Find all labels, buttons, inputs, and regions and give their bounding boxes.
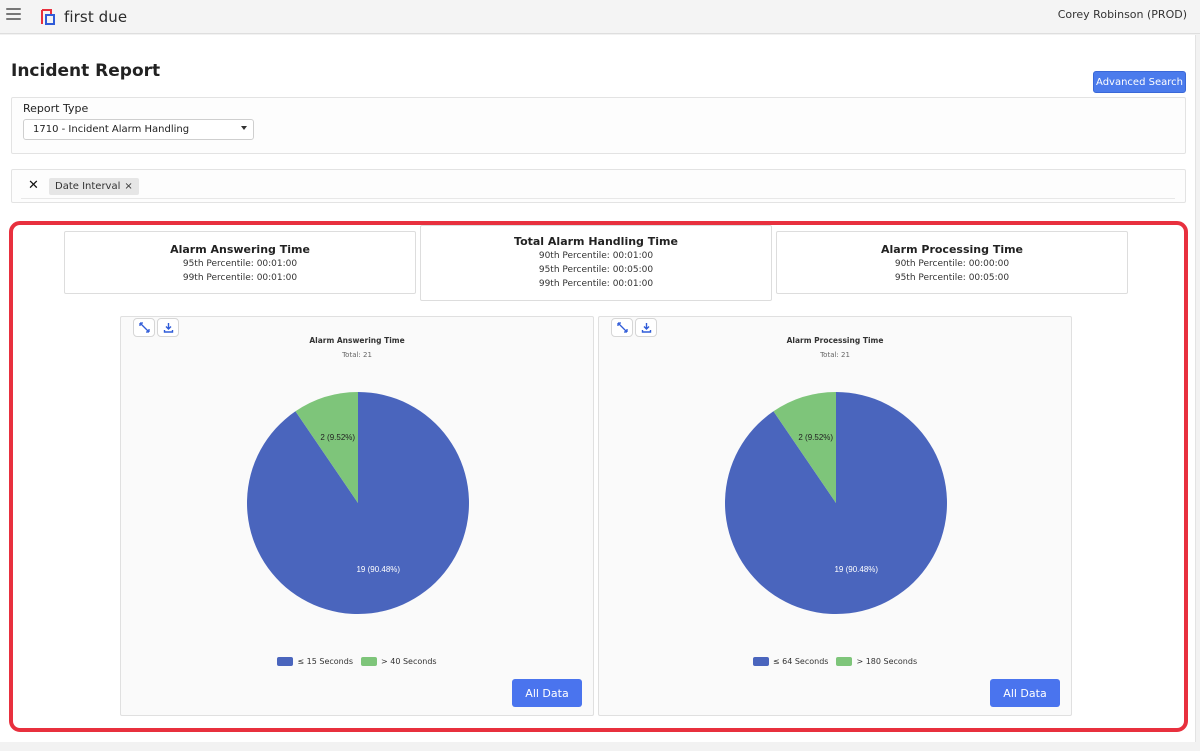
top-bar: first due Corey Robinson (PROD) (0, 0, 1200, 34)
all-data-button[interactable]: All Data (990, 679, 1060, 707)
stat-card-total-alarm-handling: Total Alarm Handling Time 90th Percentil… (420, 225, 772, 301)
slice-label: 19 (90.48%) (356, 565, 400, 574)
all-data-button[interactable]: All Data (512, 679, 582, 707)
slice-label: 2 (9.52%) (320, 433, 355, 442)
legend-label: > 180 Seconds (856, 657, 918, 666)
logo[interactable]: first due (40, 7, 127, 27)
logo-text: first due (64, 8, 128, 26)
stat-line: 90th Percentile: 00:00:00 (894, 259, 1010, 269)
legend-item[interactable]: > 40 Seconds (361, 657, 437, 666)
clear-filters-icon[interactable]: ✕ (28, 178, 39, 193)
stat-line: 95th Percentile: 00:01:00 (182, 259, 298, 269)
stat-title: Alarm Answering Time (170, 243, 310, 256)
legend-item[interactable]: ≤ 15 Seconds (277, 657, 353, 666)
logo-mark-icon (41, 9, 55, 25)
chart-card-alarm-answering: Alarm Answering Time Total: 21 19 (90.48… (120, 316, 594, 716)
filter-bar: ✕ Date Interval × (11, 169, 1186, 203)
chart-legend: ≤ 64 Seconds > 180 Seconds (599, 657, 1071, 666)
legend-swatch (752, 657, 769, 666)
report-type-select[interactable]: 1710 - Incident Alarm Handling (23, 119, 254, 140)
stat-title: Alarm Processing Time (880, 243, 1024, 256)
legend-label: ≤ 64 Seconds (772, 657, 829, 666)
pie-chart: 19 (90.48%) 2 (9.52%) (725, 392, 947, 614)
caret-down-icon (241, 126, 247, 130)
filter-chip-date-interval[interactable]: Date Interval × (49, 178, 139, 195)
stat-line: 99th Percentile: 00:01:00 (538, 279, 654, 289)
legend-swatch (277, 657, 294, 666)
filter-chip-label: Date Interval (55, 181, 121, 192)
report-type-label: Report Type (23, 102, 89, 115)
report-type-value: 1710 - Incident Alarm Handling (33, 124, 190, 135)
chart-legend: ≤ 15 Seconds > 40 Seconds (121, 657, 593, 666)
stat-title: Total Alarm Handling Time (514, 235, 678, 248)
pie-chart: 19 (90.48%) 2 (9.52%) (247, 392, 469, 614)
legend-swatch (361, 657, 377, 666)
stat-line: 99th Percentile: 00:01:00 (182, 273, 298, 283)
stat-card-alarm-answering: Alarm Answering Time 95th Percentile: 00… (64, 231, 416, 294)
stat-line: 90th Percentile: 00:01:00 (538, 251, 654, 261)
main-panel: Incident Report Advanced Search Report T… (0, 35, 1196, 742)
menu-icon[interactable] (6, 8, 21, 20)
remove-chip-icon[interactable]: × (124, 181, 132, 192)
slice-label: 2 (9.52%) (798, 433, 833, 442)
stat-card-alarm-processing: Alarm Processing Time 90th Percentile: 0… (776, 231, 1128, 294)
legend-swatch (836, 657, 853, 666)
page-title: Incident Report (11, 61, 161, 81)
legend-label: ≤ 15 Seconds (297, 657, 353, 666)
legend-item[interactable]: > 180 Seconds (836, 657, 917, 666)
stat-line: 95th Percentile: 00:05:00 (538, 265, 654, 275)
advanced-search-button[interactable]: Advanced Search (1093, 71, 1186, 93)
report-type-panel: Report Type 1710 - Incident Alarm Handli… (11, 97, 1186, 154)
slice-label: 19 (90.48%) (834, 565, 878, 574)
stat-line: 95th Percentile: 00:05:00 (894, 273, 1010, 283)
legend-label: > 40 Seconds (381, 657, 437, 666)
legend-item[interactable]: ≤ 64 Seconds (752, 657, 829, 666)
user-menu[interactable]: Corey Robinson (PROD) (1058, 8, 1187, 21)
chart-card-alarm-processing: Alarm Processing Time Total: 21 19 (90.4… (598, 316, 1072, 716)
